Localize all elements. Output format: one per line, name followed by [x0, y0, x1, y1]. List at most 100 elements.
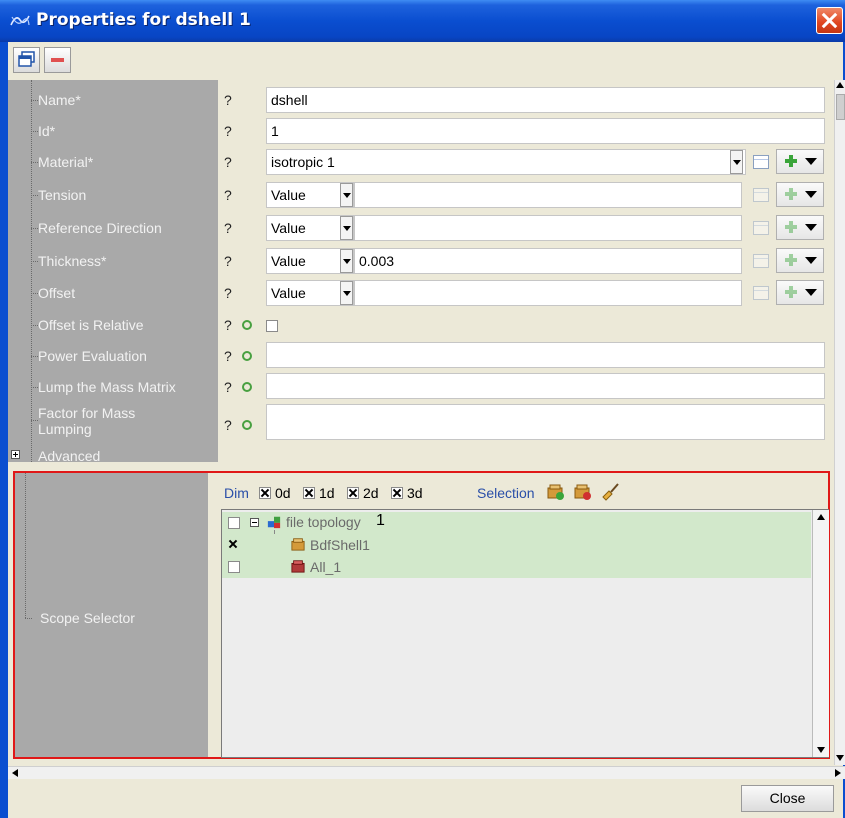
offset-add-button[interactable]: [776, 280, 824, 305]
table-icon[interactable]: [753, 221, 769, 235]
dim-2d-checkbox[interactable]: [347, 487, 359, 499]
reset-default-icon[interactable]: [242, 382, 252, 392]
thickness-mode-dropdown-arrow[interactable]: [340, 249, 353, 273]
label-scope-selector: Scope Selector: [40, 610, 135, 626]
horizontal-scrollbar[interactable]: [8, 766, 845, 779]
scroll-down-icon[interactable]: [836, 755, 844, 761]
dim-3d-checkbox[interactable]: [391, 487, 403, 499]
label-thickness: Thickness*: [38, 253, 107, 269]
material-dropdown-arrow[interactable]: [730, 150, 743, 174]
reset-default-icon[interactable]: [242, 320, 252, 330]
add-selection-icon[interactable]: [547, 483, 565, 501]
file-topology-label: file topology: [286, 514, 361, 530]
dim-label: Dim: [224, 485, 249, 501]
help-offset[interactable]: ?: [224, 285, 232, 301]
expand-advanced-icon[interactable]: [11, 450, 20, 459]
factor-mass-lumping-field[interactable]: [266, 404, 825, 440]
power-evaluation-field[interactable]: [266, 342, 825, 368]
name-field[interactable]: dshell: [266, 87, 825, 113]
tree-row-bdfshell1[interactable]: BdfShell1: [222, 534, 811, 556]
offset-mode-dropdown-arrow[interactable]: [340, 281, 353, 305]
reference-direction-add-button[interactable]: [776, 215, 824, 240]
toolbar: [8, 42, 834, 78]
scroll-down-icon[interactable]: [817, 747, 825, 753]
property-scrollbar[interactable]: [834, 80, 845, 765]
label-advanced[interactable]: Advanced: [38, 448, 100, 462]
offset-value-field[interactable]: [354, 280, 742, 306]
help-thickness[interactable]: ?: [224, 253, 232, 269]
thickness-value-field[interactable]: 0.003: [354, 248, 742, 274]
reference-direction-value-field[interactable]: [354, 215, 742, 241]
dim-0d-checkbox[interactable]: [259, 487, 271, 499]
tension-mode-dropdown-arrow[interactable]: [340, 183, 353, 207]
material-add-button[interactable]: [776, 149, 824, 174]
topology-icon: [267, 516, 281, 529]
file-topology-checkbox[interactable]: [228, 517, 240, 529]
windows-icon: [18, 51, 35, 67]
tree-branch: [31, 228, 38, 229]
tree-row-all1[interactable]: All_1: [222, 556, 811, 578]
table-icon[interactable]: [753, 155, 769, 169]
tree-guide-line: [25, 473, 26, 618]
collapse-icon[interactable]: [250, 518, 259, 527]
help-lump-mass-matrix[interactable]: ?: [224, 379, 232, 395]
help-material[interactable]: ?: [224, 154, 232, 170]
scrollbar-thumb[interactable]: [836, 94, 845, 120]
remove-selection-icon[interactable]: [574, 483, 592, 501]
scroll-up-icon[interactable]: [817, 514, 825, 520]
close-button[interactable]: Close: [741, 785, 834, 812]
minus-icon: [51, 58, 64, 62]
table-icon[interactable]: [753, 286, 769, 300]
window-close-icon[interactable]: [816, 7, 843, 34]
part-box-icon: [291, 538, 305, 551]
tree-row-file-topology[interactable]: file topology 1: [222, 512, 811, 534]
help-id[interactable]: ?: [224, 123, 232, 139]
dim-1d-checkbox[interactable]: [303, 487, 315, 499]
help-factor-mass-lumping[interactable]: ?: [224, 417, 232, 433]
plus-icon: [785, 155, 797, 167]
plus-icon: [785, 188, 797, 200]
help-name[interactable]: ?: [224, 92, 232, 108]
collapse-button[interactable]: [44, 47, 71, 73]
reference-direction-dropdown-arrow[interactable]: [340, 216, 353, 240]
material-select[interactable]: isotropic 1: [266, 149, 746, 175]
clear-selection-brush-icon[interactable]: [600, 481, 620, 501]
topology-tree[interactable]: file topology 1 BdfShell1 All_1: [221, 509, 829, 758]
help-tension[interactable]: ?: [224, 187, 232, 203]
title-bar[interactable]: Properties for dshell 1: [0, 0, 845, 42]
table-icon[interactable]: [753, 254, 769, 268]
scope-selector-panel: Scope Selector Dim 0d 1d 2d 3d Selection: [13, 471, 830, 759]
tree-branch: [31, 195, 38, 196]
reset-default-icon[interactable]: [242, 420, 252, 430]
thickness-add-button[interactable]: [776, 248, 824, 273]
chevron-down-icon: [805, 224, 817, 231]
chevron-down-icon: [805, 257, 817, 264]
bdfshell1-checkbox[interactable]: [228, 539, 240, 551]
scroll-up-icon[interactable]: [836, 82, 844, 88]
tree-branch: [31, 420, 38, 421]
dim-1d-label: 1d: [319, 485, 335, 501]
tree-branch: [31, 356, 38, 357]
scope-label-column: Scope Selector: [15, 473, 208, 757]
help-power-evaluation[interactable]: ?: [224, 348, 232, 364]
help-reference-direction[interactable]: ?: [224, 220, 232, 236]
tree-branch: [31, 162, 38, 163]
dim-3d-label: 3d: [407, 485, 423, 501]
lump-mass-matrix-field[interactable]: [266, 373, 825, 399]
scroll-left-icon[interactable]: [12, 769, 18, 777]
tension-add-button[interactable]: [776, 182, 824, 207]
all1-checkbox[interactable]: [228, 561, 240, 573]
offset-is-relative-checkbox[interactable]: [266, 320, 278, 332]
scroll-right-icon[interactable]: [835, 769, 841, 777]
help-offset-is-relative[interactable]: ?: [224, 317, 232, 333]
reset-default-icon[interactable]: [242, 351, 252, 361]
tree-branch: [31, 100, 38, 101]
label-factor-mass-lumping: Factor for Mass Lumping: [38, 405, 136, 437]
table-icon[interactable]: [753, 188, 769, 202]
restore-windows-button[interactable]: [13, 47, 40, 73]
tree-scrollbar[interactable]: [812, 510, 829, 757]
tree-branch: [31, 131, 38, 132]
dimension-filter-row: Dim 0d 1d 2d 3d Selection: [224, 483, 619, 501]
id-field[interactable]: 1: [266, 118, 825, 144]
tension-value-field[interactable]: [354, 182, 742, 208]
